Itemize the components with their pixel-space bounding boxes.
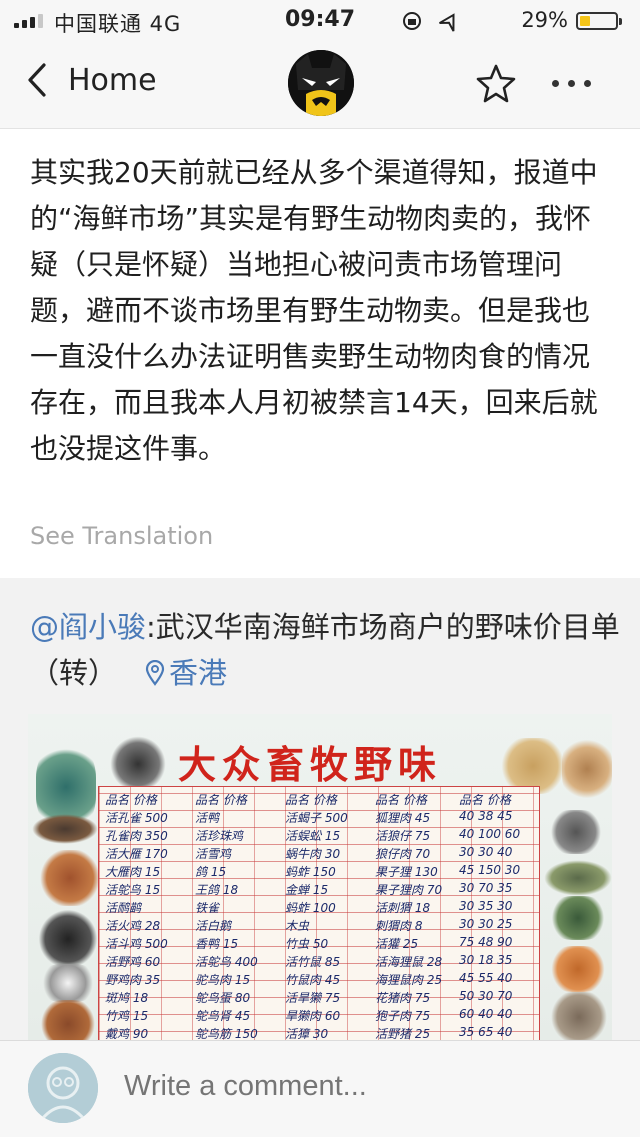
bird-picture xyxy=(548,810,604,854)
user-avatar[interactable] xyxy=(28,1053,98,1123)
pheasant-picture xyxy=(548,896,608,940)
location-pin-icon xyxy=(145,660,165,686)
deer-picture xyxy=(562,734,612,804)
battery-icon xyxy=(576,12,622,30)
rotation-lock-icon xyxy=(402,10,472,37)
comment-bar xyxy=(0,1040,640,1137)
cow-picture xyxy=(38,850,102,906)
location-label: 香港 xyxy=(169,656,228,690)
price-table: 品名 价格 品名 价格 品名 价格 品名 价格 品名 价格 活孔雀 500 活鸭 活蝎子 5… xyxy=(98,786,540,1048)
goat-picture xyxy=(38,910,98,968)
mention-link[interactable]: @阎小骏 xyxy=(30,610,146,644)
ostrich-picture xyxy=(108,734,168,794)
poster-title: 大众畜牧野味 xyxy=(178,742,443,787)
reposted-card[interactable]: @阎小骏:武汉华南海鲜市场商户的野味价目单（转） 香港 大众畜牧野味 品名 价格品… xyxy=(0,578,640,1048)
navigation-bar: Home xyxy=(0,40,640,129)
sheep-picture xyxy=(38,964,98,1002)
author-avatar[interactable] xyxy=(288,50,354,116)
post-text: 其实我20天前就已经从多个渠道得知，报道中的“海鲜市场”其实是有野生动物肉卖的，… xyxy=(30,156,598,465)
comment-input[interactable] xyxy=(122,1069,596,1104)
rabbit-picture xyxy=(548,992,610,1042)
status-bar: 中国联通 4G 09:47 29% xyxy=(0,0,640,40)
fox-picture xyxy=(548,946,608,992)
repost-text: @阎小骏:武汉华南海鲜市场商户的野味价目单（转） 香港 xyxy=(30,604,620,696)
battery-percent: 29% xyxy=(521,8,568,32)
location-tag[interactable]: 香港 xyxy=(145,656,227,690)
back-button[interactable]: Home xyxy=(26,62,157,98)
fish-picture xyxy=(32,814,98,844)
more-icon[interactable] xyxy=(552,80,591,87)
price-list-image[interactable]: 大众畜牧野味 品名 价格 品名 价格 品名 价格 品名 价格 品名 价格 活孔雀 500… xyxy=(28,714,612,1048)
crocodile-picture xyxy=(544,860,612,896)
star-icon[interactable] xyxy=(474,62,518,106)
see-translation-link[interactable]: See Translation xyxy=(30,522,213,550)
back-chevron-icon xyxy=(28,63,46,97)
back-label: Home xyxy=(68,62,157,98)
